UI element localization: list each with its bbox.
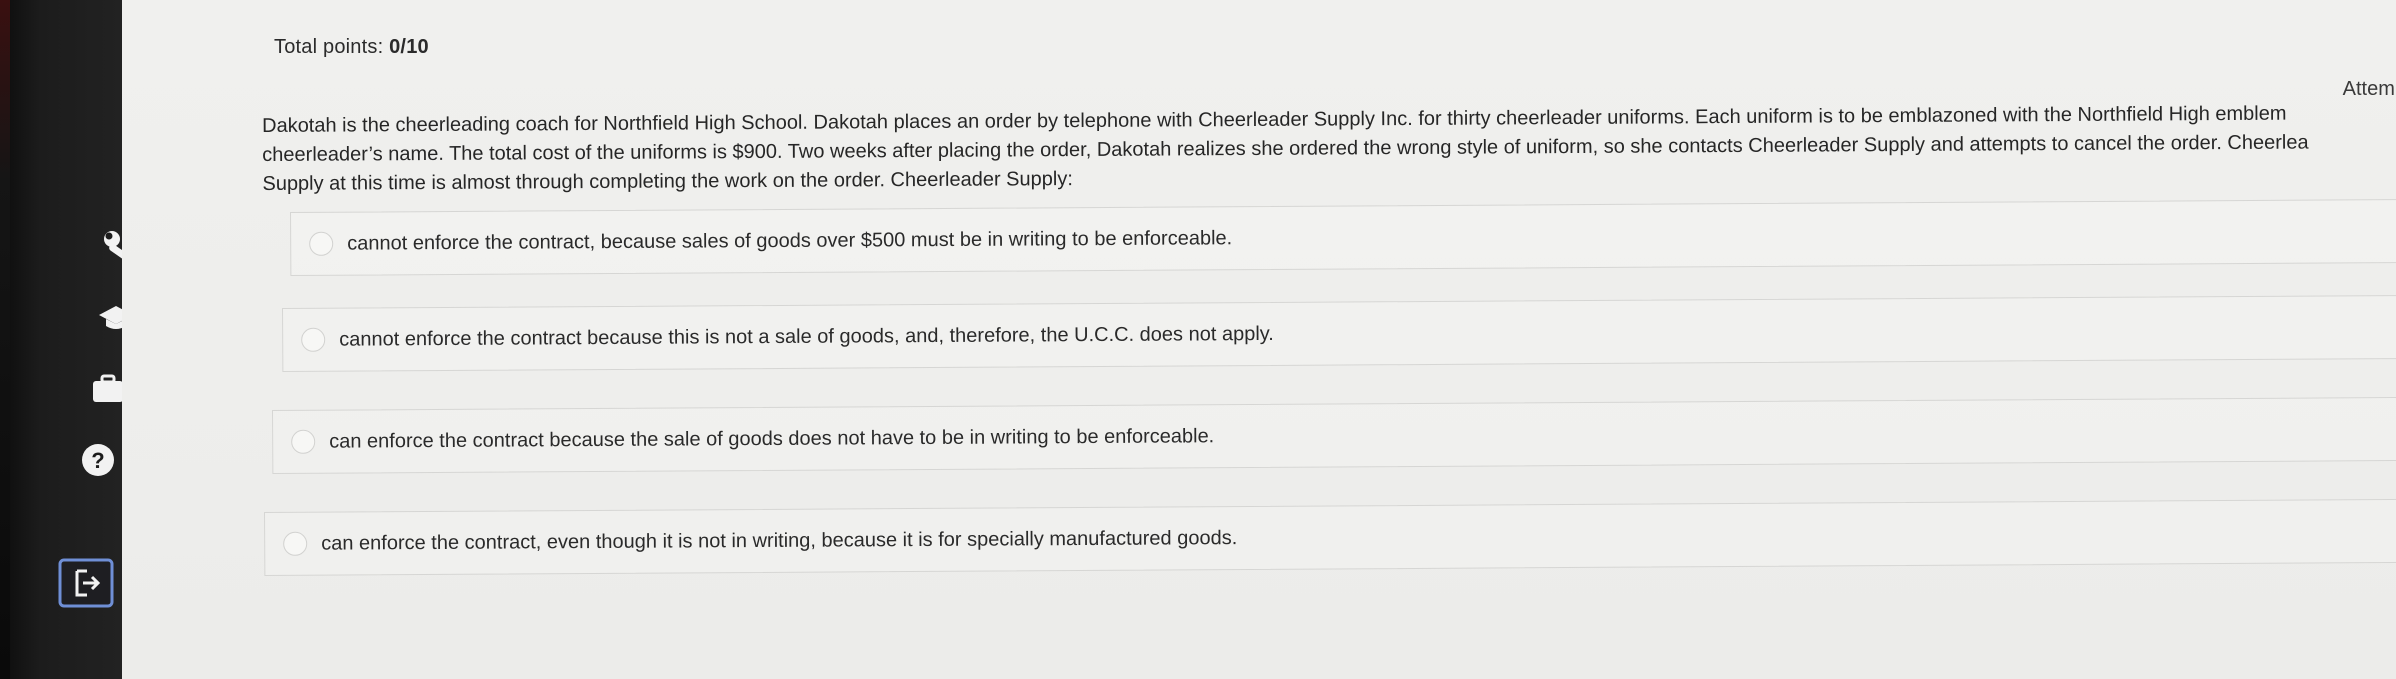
- question-text: Dakotah is the cheerleading coach for No…: [262, 99, 2396, 199]
- radio-button[interactable]: [283, 531, 308, 556]
- quiz-content: Total points: 0/10 Attemp Dakotah is the…: [122, 0, 2396, 679]
- answer-option-label: cannot enforce the contract because this…: [339, 322, 1274, 351]
- total-points: Total points: 0/10: [274, 36, 429, 59]
- answer-option-3[interactable]: can enforce the contract because the sal…: [272, 396, 2396, 474]
- answer-option-label: cannot enforce the contract, because sal…: [347, 226, 1233, 255]
- help-icon[interactable]: ?: [78, 440, 118, 480]
- answer-option-1[interactable]: cannot enforce the contract, because sal…: [290, 199, 2396, 276]
- sidebar: ?: [0, 0, 157, 679]
- answer-option-label: can enforce the contract, even though it…: [321, 526, 1238, 555]
- radio-button[interactable]: [291, 429, 316, 454]
- total-points-value: 0/10: [389, 36, 429, 58]
- answer-option-2[interactable]: cannot enforce the contract because this…: [282, 294, 2396, 372]
- radio-button[interactable]: [301, 327, 326, 352]
- logout-icon[interactable]: [56, 556, 116, 610]
- sidebar-edge: [0, 0, 10, 679]
- answer-option-label: can enforce the contract because the sal…: [329, 424, 1215, 453]
- radio-button[interactable]: [309, 231, 334, 256]
- answer-option-4[interactable]: can enforce the contract, even though it…: [264, 498, 2396, 576]
- total-points-label: Total points:: [274, 36, 384, 58]
- attempt-label: Attemp: [2342, 78, 2396, 100]
- svg-text:?: ?: [91, 448, 104, 473]
